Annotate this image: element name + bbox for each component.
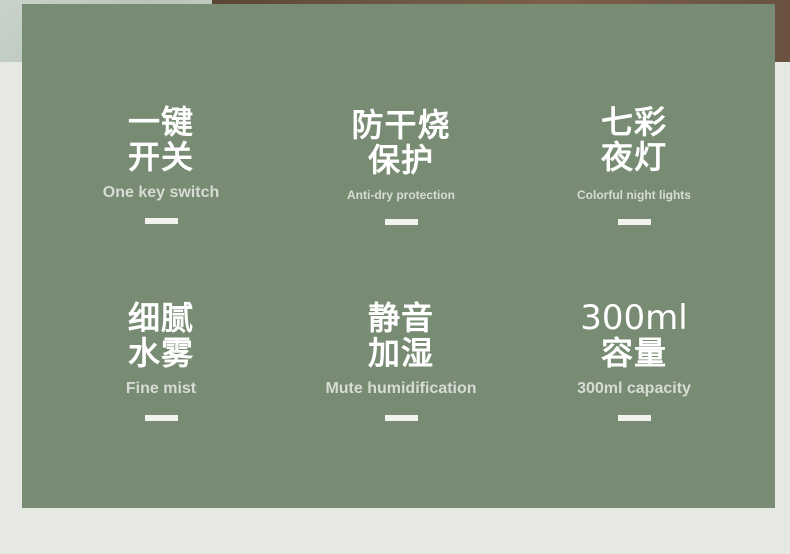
- feature-subtitle: One key switch: [102, 184, 220, 201]
- feature-divider-dash: [384, 219, 418, 225]
- feature-title-line-1: 细腻: [127, 299, 194, 337]
- feature-300ml-capacity: 300ml 容量 300ml capacity: [509, 301, 759, 421]
- feature-anti-dry-protection: 防干烧 保护 Anti-dry protection: [276, 108, 526, 225]
- feature-title-line-2: 夜灯: [600, 138, 667, 176]
- feature-divider-dash: [617, 219, 651, 225]
- feature-fine-mist: 细腻 水雾 Fine mist: [36, 301, 286, 421]
- feature-subtitle: Mute humidification: [325, 380, 477, 397]
- feature-title-line-2: 水雾: [127, 334, 194, 372]
- feature-divider-dash: [144, 415, 178, 421]
- feature-panel: 一键 开关 One key switch 防干烧 保护 Anti-dry pro…: [22, 4, 775, 508]
- feature-title-line-2: 开关: [127, 138, 194, 176]
- feature-title-line-2: 容量: [600, 334, 667, 372]
- feature-subtitle: Colorful night lights: [577, 188, 691, 202]
- feature-subtitle: Fine mist: [125, 380, 197, 397]
- feature-colorful-night-lights: 七彩 夜灯 Colorful night lights: [509, 105, 759, 225]
- feature-title-line-2: 保护: [367, 141, 434, 179]
- feature-title-line-1: 一键: [127, 103, 194, 141]
- feature-divider-dash: [617, 415, 651, 421]
- feature-title-line-2: 加湿: [367, 334, 434, 372]
- feature-subtitle: 300ml capacity: [577, 380, 691, 397]
- feature-title: 七彩 夜灯: [509, 105, 759, 175]
- feature-subtitle: Anti-dry protection: [347, 188, 455, 202]
- feature-mute-humidification: 静音 加湿 Mute humidification: [276, 301, 526, 421]
- feature-title-line-1: 300ml: [580, 298, 688, 338]
- feature-title-line-1: 静音: [367, 299, 434, 337]
- feature-title: 300ml 容量: [509, 301, 759, 371]
- feature-title-line-1: 防干烧: [351, 106, 451, 144]
- feature-one-key-switch: 一键 开关 One key switch: [36, 105, 286, 224]
- feature-title: 静音 加湿: [276, 301, 526, 371]
- feature-title: 细腻 水雾: [36, 301, 286, 371]
- feature-divider-dash: [144, 218, 178, 224]
- feature-title: 一键 开关: [36, 105, 286, 175]
- feature-title: 防干烧 保护: [276, 108, 526, 178]
- feature-title-line-1: 七彩: [600, 103, 667, 141]
- feature-divider-dash: [384, 415, 418, 421]
